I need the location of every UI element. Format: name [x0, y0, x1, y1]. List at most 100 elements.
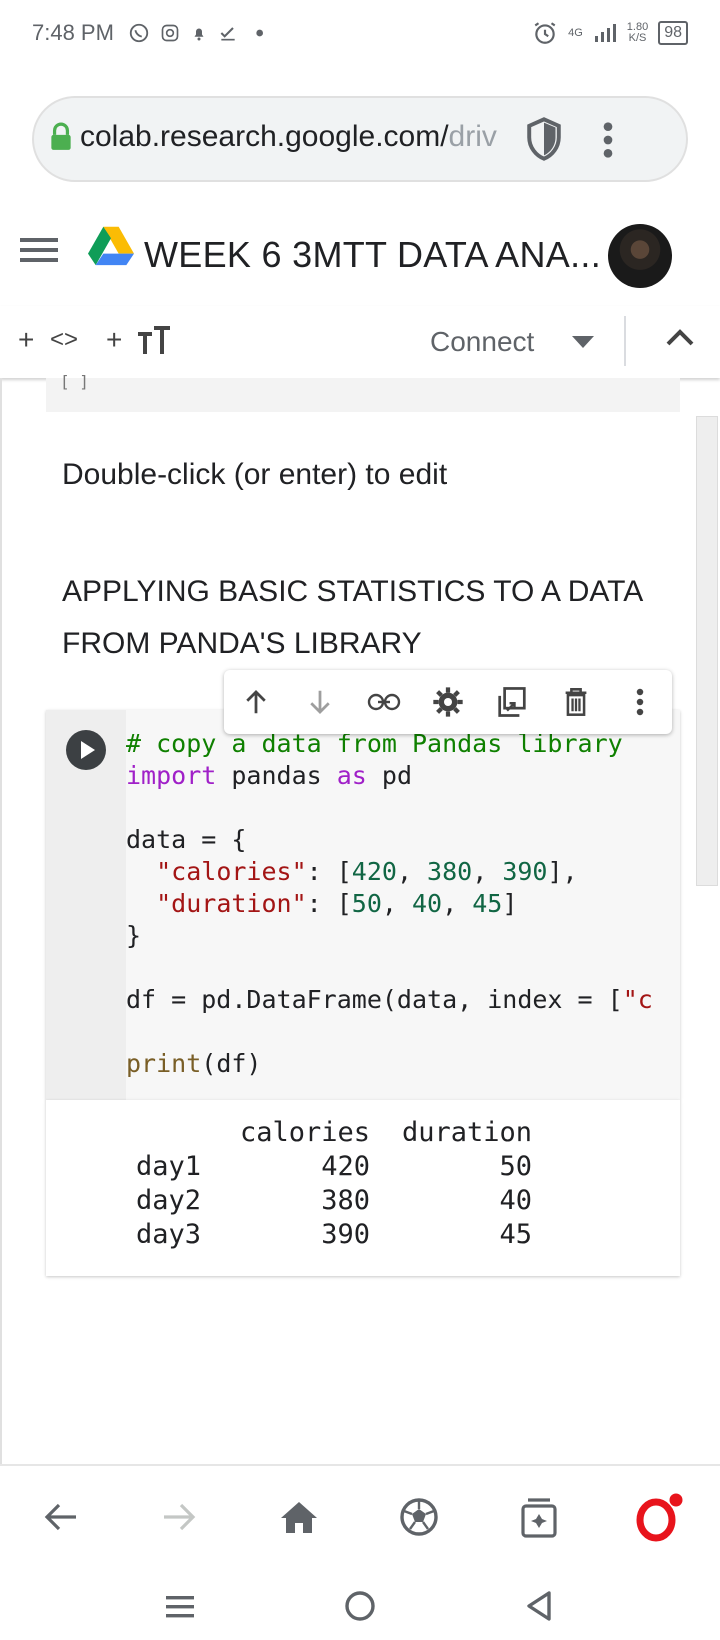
code-editor[interactable]: # copy a data from Pandas library import … [126, 728, 666, 1080]
code-number: 380 [427, 857, 473, 886]
network-speed-unit: K/S [628, 32, 647, 44]
home-icon[interactable] [274, 1492, 324, 1542]
connect-button[interactable]: Connect [430, 326, 534, 358]
code-number: 40 [412, 889, 443, 918]
code-line-7: } [126, 920, 666, 952]
output-index-cell: day3 [136, 1219, 202, 1250]
play-icon [81, 741, 95, 759]
code-brackets-icon[interactable]: <> [50, 326, 78, 354]
cell-toolbar [224, 670, 672, 734]
output-header-row: calories duration [136, 1116, 532, 1150]
code-line-9: df = pd.DataFrame(data, index = ["c [126, 984, 666, 1016]
recents-icon[interactable] [166, 1594, 194, 1620]
output-row: day1 420 50 [136, 1150, 532, 1184]
notebook-title[interactable]: WEEK 6 3MTT DATA ANA... [144, 234, 601, 276]
colab-header: WEEK 6 3MTT DATA ANA... [0, 210, 720, 308]
toolbar-divider [624, 316, 626, 366]
code-number: 390 [502, 857, 548, 886]
code-line-11: print(df) [126, 1048, 666, 1080]
code-function: print [126, 1049, 202, 1078]
code-text: data = { [126, 825, 247, 854]
battery-indicator: 98 [658, 21, 688, 45]
output-value-cell: 50 [499, 1151, 532, 1182]
code-string: "c [622, 985, 653, 1014]
code-number: 420 [351, 857, 397, 886]
output-table: calories duration day1 420 50 day2 380 4… [136, 1116, 532, 1252]
dot-icon [256, 29, 263, 37]
code-line-3: ​ [126, 792, 666, 824]
forward-arrow-icon[interactable] [154, 1492, 204, 1542]
dropdown-arrow-icon[interactable] [572, 336, 594, 348]
tabs-icon[interactable] [514, 1492, 564, 1542]
google-drive-icon [88, 226, 134, 266]
previous-cell[interactable] [46, 378, 680, 412]
lock-icon [51, 122, 71, 150]
home-circle-icon[interactable] [344, 1590, 376, 1622]
output-column-header: calories [239, 1117, 370, 1148]
move-up-icon[interactable] [232, 678, 280, 726]
move-down-icon[interactable] [296, 678, 344, 726]
output-column-header [136, 1116, 232, 1150]
url-text[interactable]: colab.research.google.com/driv [80, 120, 500, 154]
code-string: "calories" [156, 857, 307, 886]
output-index-cell: day1 [136, 1151, 202, 1182]
code-text: : [ [306, 889, 352, 918]
mirror-cell-icon[interactable] [488, 678, 536, 726]
code-text: : [ [306, 857, 352, 886]
cell-more-vert-icon[interactable] [616, 678, 664, 726]
opera-icon[interactable] [634, 1492, 684, 1542]
code-keyword-as: as [336, 761, 367, 790]
output-row: day2 380 40 [136, 1184, 532, 1218]
add-code-button[interactable]: + [18, 324, 34, 356]
add-text-button[interactable]: + [106, 324, 122, 356]
status-system-icons: 4G 1.80 K/S 98 [532, 20, 688, 46]
address-bar[interactable]: colab.research.google.com/driv [32, 96, 688, 182]
code-text: } [126, 921, 142, 950]
chevron-up-icon[interactable] [666, 328, 694, 348]
link-icon[interactable] [360, 678, 408, 726]
status-notification-icons [128, 22, 268, 44]
shield-icon[interactable] [524, 116, 564, 162]
code-keyword-import: import [126, 761, 217, 790]
previous-cell-bracket: [ ] [60, 372, 89, 391]
edit-hint-text[interactable]: Double-click (or enter) to edit [62, 458, 447, 492]
code-string: "duration" [156, 889, 307, 918]
code-text: ], [547, 857, 578, 886]
output-column-header: duration [401, 1117, 532, 1148]
code-number: 45 [472, 889, 503, 918]
network-type: 4G [568, 26, 583, 39]
code-line-8: ​ [126, 952, 666, 984]
code-number: 50 [351, 889, 382, 918]
output-row: day3 390 45 [136, 1218, 532, 1252]
more-vert-icon[interactable] [600, 120, 616, 160]
check-icon [220, 27, 235, 41]
output-value-cell: 40 [499, 1185, 532, 1216]
notebook-toolbar: + <> + Connect [0, 306, 720, 378]
network-speed: 1.80 K/S [627, 22, 648, 44]
code-line-5: "calories": [420, 380, 390], [126, 856, 666, 888]
delete-icon[interactable] [552, 678, 600, 726]
settings-icon[interactable] [424, 678, 472, 726]
scrollbar[interactable] [696, 416, 718, 886]
menu-icon[interactable] [20, 234, 58, 266]
text-format-icon[interactable] [136, 326, 172, 358]
avatar[interactable] [608, 224, 672, 288]
system-navigation-bar [0, 1566, 720, 1640]
instagram-icon [161, 24, 179, 42]
alarm-icon [534, 22, 556, 44]
code-text: pd [366, 761, 412, 790]
back-arrow-icon[interactable] [36, 1492, 86, 1542]
url-faded: driv [448, 120, 497, 153]
soccer-ball-icon[interactable] [394, 1492, 444, 1542]
code-text: df = pd.DataFrame(data, index = [ [126, 985, 623, 1014]
code-text: pandas [216, 761, 337, 790]
back-triangle-icon[interactable] [526, 1590, 552, 1622]
code-text: (df) [201, 1049, 262, 1078]
url-main: colab.research.google.com/ [80, 120, 449, 153]
run-cell-button[interactable] [66, 730, 106, 770]
browser-bottom-bar [0, 1464, 720, 1566]
output-value-cell: 380 [321, 1185, 370, 1216]
markdown-heading[interactable]: APPLYING BASIC STATISTICS TO A DATA FROM… [62, 566, 672, 670]
